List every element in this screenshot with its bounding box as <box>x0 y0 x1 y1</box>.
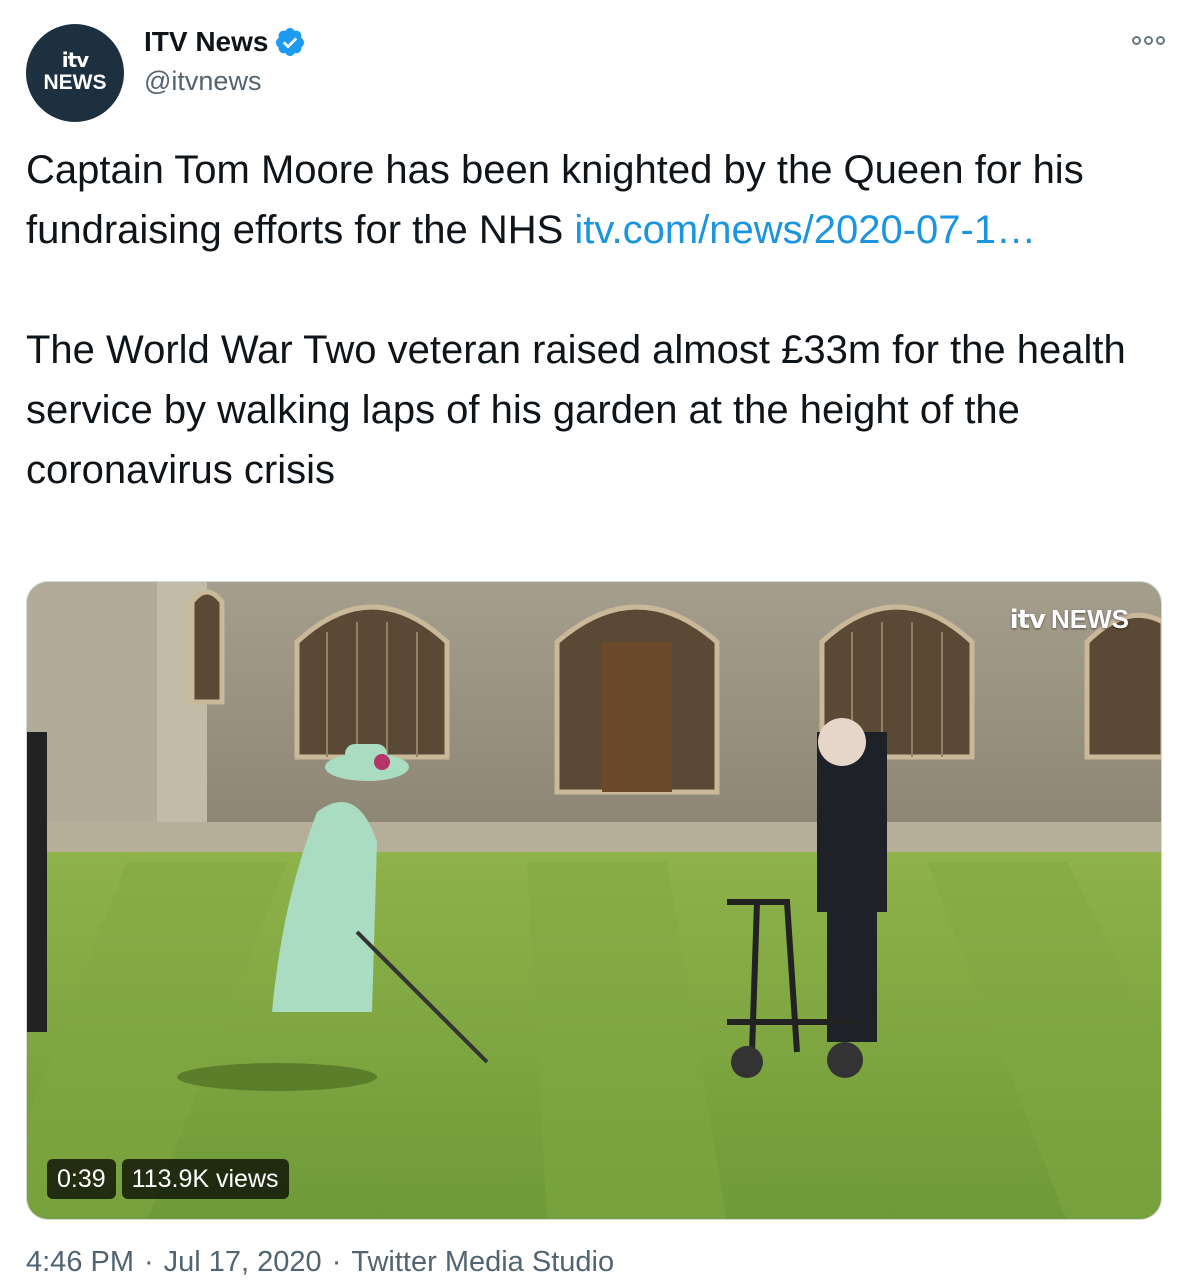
tweet-metadata: 4:46 PM · Jul 17, 2020 · Twitter Media Studi… <box>26 1246 614 1279</box>
display-name: ITV News <box>144 26 269 57</box>
account-names: ITV News @itvnews <box>144 26 306 97</box>
watermark-news-label: NEWS <box>1051 604 1129 634</box>
separator: · <box>331 1246 342 1278</box>
verified-badge-icon <box>276 28 305 56</box>
display-name-link[interactable]: ITV News <box>144 26 306 58</box>
avatar-itv-logo: itv <box>61 48 89 72</box>
tweet-time[interactable]: 4:46 PM <box>26 1246 134 1278</box>
tweet-source-link[interactable]: Twitter Media Studio <box>351 1246 614 1278</box>
tweet-date[interactable]: Jul 17, 2020 <box>164 1246 322 1278</box>
tweet-text: Captain Tom Moore has been knighted by t… <box>26 140 1156 500</box>
tweet-header: itv NEWS ITV News @itvnews <box>26 14 1166 122</box>
dot <box>1131 35 1141 45</box>
avatar[interactable]: itv NEWS <box>26 24 124 122</box>
avatar-news-label: NEWS <box>43 71 107 94</box>
dot <box>1143 35 1153 45</box>
view-count: 113.9K views <box>121 1159 289 1199</box>
video-frame <box>27 582 1161 1219</box>
video-player[interactable]: itv NEWS 0:39 113.9K views <box>26 581 1162 1220</box>
video-badges: 0:39 113.9K views <box>47 1159 289 1199</box>
account-handle[interactable]: @itvnews <box>144 66 306 97</box>
dot <box>1155 35 1165 45</box>
separator: · <box>144 1246 154 1278</box>
watermark-itv-logo: itv <box>1009 605 1046 635</box>
tweet-text-part2: The World War Two veteran raised almost … <box>26 328 1126 492</box>
more-options-icon[interactable] <box>1130 30 1166 50</box>
article-link[interactable]: itv.com/news/2020-07-1… <box>574 208 1036 252</box>
video-duration: 0:39 <box>47 1159 116 1199</box>
itv-news-watermark: itv NEWS <box>1010 604 1129 635</box>
